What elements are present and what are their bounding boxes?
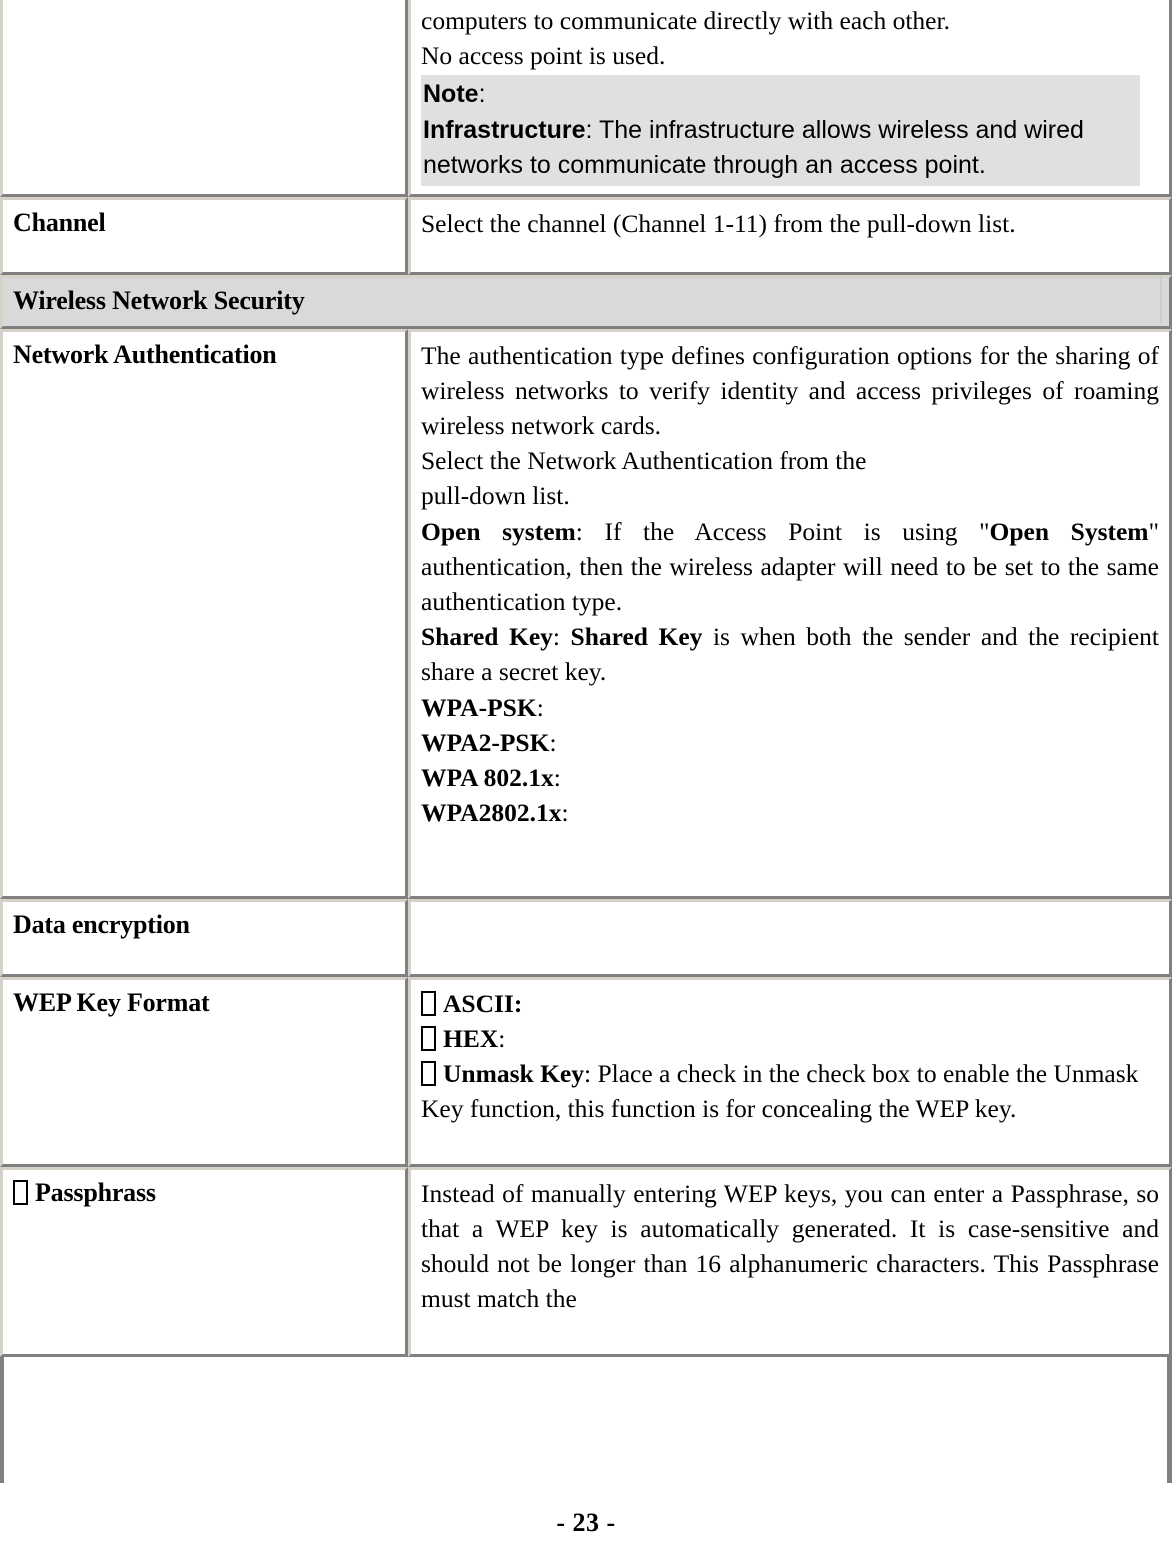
note-label: Note [423,80,479,109]
table-row-section-band: Wireless Network Security [0,274,1172,329]
settings-description-table: computers to communicate directly with e… [0,0,1172,1357]
auth-item-open-system-text-before: If the Access Point is using " [604,516,990,546]
table-row-data-encryption: Data encryption [0,898,1172,977]
cell-description-network-authentication: The authentication type defines configur… [408,328,1172,899]
cell-label-wep-key-format: WEP Key Format [0,976,408,1167]
note-body-line: Infrastructure: The infrastructure allow… [423,113,1140,184]
auth-item-shared-key-term: Shared Key [421,622,553,652]
cell-description-passphrass: Instead of manually entering WEP keys, y… [408,1166,1172,1357]
checkbox-icon [421,1061,436,1087]
section-band-inner: Wireless Network Security [13,275,1162,324]
wep-item-hex: HEX: [421,1021,1159,1056]
table-row-wep-key-format: WEP Key Format ASCII: HEX: Unmask Key: P… [0,976,1172,1167]
description-wep-key-format: ASCII: HEX: Unmask Key: Place a check in… [421,986,1159,1127]
wep-item-unmask-key: Unmask Key: Place a check in the check b… [421,1056,1159,1126]
description-passphrass: Instead of manually entering WEP keys, y… [421,1178,1159,1314]
label-passphrass-text: Passphrass [35,1177,156,1207]
continued-line-2: No access point is used. [421,41,666,71]
auth-option-wpa28021x-colon: : [561,798,569,828]
auth-paragraph-1: The authentication type defines configur… [421,340,1159,441]
auth-item-open-system-emphasis: Open System [989,516,1149,546]
document-page: computers to communicate directly with e… [0,0,1172,1556]
cell-label-continued [0,0,408,197]
section-band-title: Wireless Network Security [13,285,305,315]
label-passphrass: Passphrass [13,1176,395,1210]
label-channel: Channel [13,207,106,237]
cell-description-wep-key-format: ASCII: HEX: Unmask Key: Place a check in… [408,976,1172,1167]
auth-option-wpa28021x: WPA2802.1x: [421,795,1159,830]
cell-label-data-encryption: Data encryption [0,898,408,977]
label-data-encryption: Data encryption [13,909,190,939]
auth-item-open-system: Open system: If the Access Point is usin… [421,514,1159,620]
auth-paragraph-2-line-2: pull-down list. [421,481,570,511]
cell-description-data-encryption [408,898,1172,977]
auth-option-wpa2-psk-term: WPA2-PSK [421,727,550,757]
auth-option-wpa2-psk-colon: : [549,727,557,757]
section-band-divider [1160,275,1162,324]
auth-option-wpa28021x-term: WPA2802.1x [421,798,562,828]
cell-section-band: Wireless Network Security [0,274,1172,329]
auth-paragraph-2-line-1: Select the Network Authentication from t… [421,446,867,476]
table-row-passphrass: Passphrass Instead of manually entering … [0,1166,1172,1357]
auth-option-wpa-8021x-colon: : [553,762,561,792]
description-continued: computers to communicate directly with e… [421,3,1159,186]
checkbox-icon [421,1025,436,1051]
note-colon: : [478,80,486,109]
checkbox-icon [421,990,436,1016]
wep-item-ascii-term: ASCII: [443,988,523,1018]
table-row-continued: computers to communicate directly with e… [0,0,1172,197]
wep-item-unmask-key-colon: : [583,1059,598,1089]
cell-description-continued: computers to communicate directly with e… [408,0,1172,197]
table-row-network-authentication: Network Authentication The authenticatio… [0,328,1172,899]
auth-item-open-system-term: Open system [421,516,576,546]
wep-item-unmask-key-term: Unmask Key [443,1059,584,1089]
cell-label-network-authentication: Network Authentication [0,328,408,899]
auth-option-wpa-psk-colon: : [536,692,544,722]
checkbox-icon [13,1179,28,1205]
auth-option-wpa-8021x: WPA 802.1x: [421,760,1159,795]
page-number: - 23 - [556,1508,616,1537]
cell-label-channel: Channel [0,196,408,275]
note-heading-line: Note: [423,77,1140,113]
wep-item-hex-colon: : [498,1023,506,1053]
cell-description-channel: Select the channel (Channel 1-11) from t… [408,196,1172,275]
label-network-authentication: Network Authentication [13,339,277,369]
label-wep-key-format: WEP Key Format [13,987,210,1017]
auth-item-shared-key: Shared Key: Shared Key is when both the … [421,619,1159,689]
auth-option-wpa-8021x-term: WPA 802.1x [421,762,554,792]
description-network-authentication: The authentication type defines configur… [421,338,1159,831]
wep-item-hex-term: HEX [443,1023,499,1053]
description-channel: Select the channel (Channel 1-11) from t… [421,208,1016,238]
auth-option-wpa-psk-term: WPA-PSK [421,692,537,722]
auth-option-wpa2-psk: WPA2-PSK: [421,725,1159,760]
note-term-colon: : [585,115,599,144]
note-callout: Note: Infrastructure: The infrastructure… [421,75,1140,186]
continued-line-1: computers to communicate directly with e… [421,6,950,35]
auth-item-shared-key-separator: : [552,622,571,652]
auth-item-shared-key-emphasis: Shared Key [570,622,703,652]
note-term: Infrastructure [423,115,586,144]
table-row-channel: Channel Select the channel (Channel 1-11… [0,196,1172,275]
cell-label-passphrass: Passphrass [0,1166,408,1357]
auth-item-open-system-separator: : [575,516,605,546]
auth-option-wpa-psk: WPA-PSK: [421,690,1159,725]
wep-item-ascii: ASCII: [421,986,1159,1021]
